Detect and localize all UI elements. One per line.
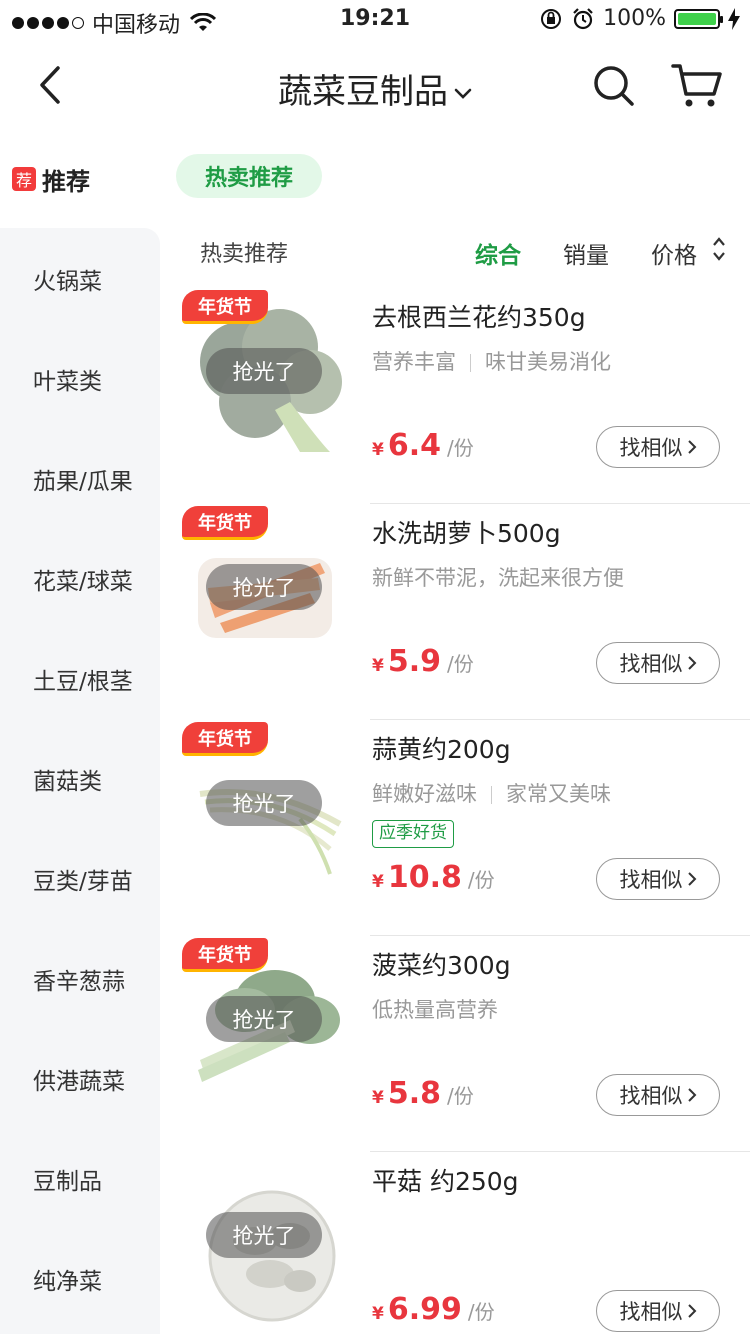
product-desc: 低热量高营养	[372, 998, 498, 1022]
sidebar-list: 火锅菜 叶菜类 茄果/瓜果 花菜/球菜 土豆/根茎 菌菇类 豆类/芽苗 香辛葱蒜…	[0, 228, 160, 1334]
product-price: ¥5.8/份	[372, 1076, 474, 1111]
promo-badge: 年货节	[182, 290, 268, 324]
soldout-label: 抢光了	[206, 564, 322, 610]
product-price: ¥10.8/份	[372, 860, 495, 895]
sort-price[interactable]: 价格	[651, 236, 697, 270]
product-desc: 鲜嫩好滋味 家常又美味	[372, 782, 611, 806]
product-price: ¥6.99/份	[372, 1292, 495, 1327]
find-similar-button[interactable]: 找相似	[596, 642, 720, 684]
battery-icon	[674, 8, 723, 29]
promo-badge: 年货节	[182, 722, 268, 756]
category-sidebar: 荐 推荐 火锅菜 叶菜类 茄果/瓜果 花菜/球菜 土豆/根茎 菌菇类 豆类/芽苗…	[0, 130, 160, 1334]
product-name: 蒜黄约200g	[372, 735, 511, 764]
sidebar-item-recommended[interactable]: 荐 推荐	[0, 130, 160, 228]
seasonal-tag: 应季好货	[372, 820, 454, 848]
soldout-label: 抢光了	[206, 780, 322, 826]
product-card[interactable]: 年货节 抢光了 去根西兰花约350g 营养丰富 味甘美易消化 ¥6.4/份 找相似	[160, 288, 750, 504]
promo-badge: 年货节	[182, 938, 268, 972]
filter-chip-hot[interactable]: 热卖推荐	[176, 154, 322, 198]
section-title: 热卖推荐	[200, 242, 289, 267]
sidebar-item-prepared[interactable]: 纯净菜	[33, 1262, 102, 1296]
product-price: ¥6.4/份	[372, 428, 474, 463]
product-card[interactable]: 抢光了 平菇 约250g ¥6.99/份 找相似	[160, 1152, 750, 1334]
sidebar-item-label: 推荐	[42, 167, 90, 196]
product-name: 水洗胡萝卜500g	[372, 519, 561, 548]
cart-icon[interactable]	[670, 60, 724, 110]
charging-bolt-icon	[728, 7, 740, 30]
chevron-right-icon	[687, 872, 696, 886]
status-bar: 中国移动 19:21 100%	[0, 0, 750, 40]
soldout-label: 抢光了	[206, 996, 322, 1042]
find-similar-button[interactable]: 找相似	[596, 1074, 720, 1116]
product-name: 去根西兰花约350g	[372, 303, 586, 332]
chevron-down-icon	[454, 88, 472, 99]
battery-percent: 100%	[603, 6, 666, 31]
sidebar-item-mushrooms[interactable]: 菌菇类	[33, 762, 102, 796]
product-card[interactable]: 年货节 抢光了 菠菜约300g 低热量高营养 ¥5.8/份 找相似	[160, 936, 750, 1152]
product-desc: 新鲜不带泥，洗起来很方便	[372, 566, 624, 590]
page-title: 蔬菜豆制品	[278, 72, 448, 112]
chevron-right-icon	[687, 1304, 696, 1318]
find-similar-button[interactable]: 找相似	[596, 858, 720, 900]
recommend-tag-icon: 荐	[12, 167, 36, 191]
alarm-icon	[573, 7, 593, 29]
category-title-dropdown[interactable]: 蔬菜豆制品	[0, 64, 750, 113]
sidebar-item-aromatics[interactable]: 香辛葱蒜	[33, 962, 125, 996]
sort-sales[interactable]: 销量	[563, 236, 609, 270]
search-icon[interactable]	[590, 62, 636, 108]
product-card[interactable]: 年货节 抢光了 水洗胡萝卜500g 新鲜不带泥，洗起来很方便 ¥5.9/份 找相…	[160, 504, 750, 720]
product-desc: 营养丰富 味甘美易消化	[372, 350, 611, 374]
sidebar-item-tofu[interactable]: 豆制品	[33, 1162, 102, 1196]
nav-bar: 蔬菜豆制品	[0, 40, 750, 130]
promo-badge: 年货节	[182, 506, 268, 540]
sidebar-item-cabbage[interactable]: 花菜/球菜	[33, 562, 133, 596]
sidebar-item-roots[interactable]: 土豆/根茎	[33, 662, 133, 696]
chevron-right-icon	[687, 1088, 696, 1102]
chevron-right-icon	[687, 440, 696, 454]
sidebar-item-fruit-veg[interactable]: 茄果/瓜果	[33, 462, 133, 496]
sidebar-item-hk-supply[interactable]: 供港蔬菜	[33, 1062, 125, 1096]
soldout-label: 抢光了	[206, 1212, 322, 1258]
product-card[interactable]: 年货节 抢光了 蒜黄约200g 鲜嫩好滋味 家常又美味 应季好货 ¥10.8/份 …	[160, 720, 750, 936]
sort-arrows-icon[interactable]	[712, 234, 726, 264]
find-similar-button[interactable]: 找相似	[596, 426, 720, 468]
sort-comprehensive[interactable]: 综合	[475, 236, 521, 270]
sidebar-item-hotpot[interactable]: 火锅菜	[33, 262, 102, 296]
soldout-label: 抢光了	[206, 348, 322, 394]
sidebar-item-leafy[interactable]: 叶菜类	[33, 362, 102, 396]
find-similar-button[interactable]: 找相似	[596, 1290, 720, 1332]
chevron-right-icon	[687, 656, 696, 670]
sidebar-item-beans[interactable]: 豆类/芽苗	[33, 862, 133, 896]
product-price: ¥5.9/份	[372, 644, 474, 679]
sort-bar: 热卖推荐 综合 销量 价格	[160, 222, 750, 286]
product-name: 菠菜约300g	[372, 951, 511, 980]
product-name: 平菇 约250g	[372, 1167, 519, 1196]
rotation-lock-icon	[541, 8, 562, 29]
